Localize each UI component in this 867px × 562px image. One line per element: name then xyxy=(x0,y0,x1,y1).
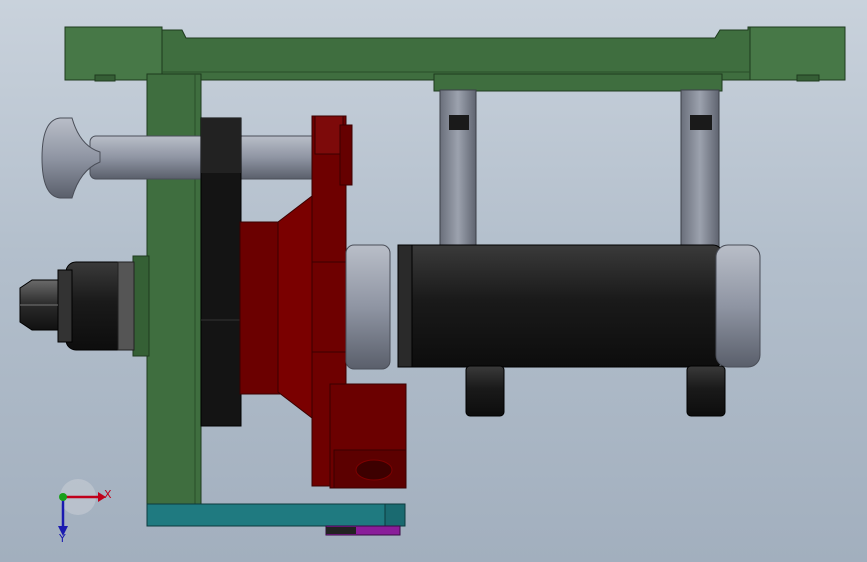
adjuster-nut-assembly xyxy=(19,261,135,351)
x-axis-label: X xyxy=(104,488,112,501)
y-axis-label: Y xyxy=(58,532,66,545)
axis-triad: X Y xyxy=(58,479,112,545)
black-spacer-block xyxy=(200,117,242,427)
rotor-bushing xyxy=(345,244,391,370)
base-plate xyxy=(146,503,406,536)
actuator-cylinder xyxy=(397,244,761,417)
hanger-brackets xyxy=(439,89,720,259)
graphics-viewport[interactable]: X Y xyxy=(0,0,867,562)
cad-model: X Y xyxy=(19,26,846,545)
y-axis-dot xyxy=(59,493,67,501)
